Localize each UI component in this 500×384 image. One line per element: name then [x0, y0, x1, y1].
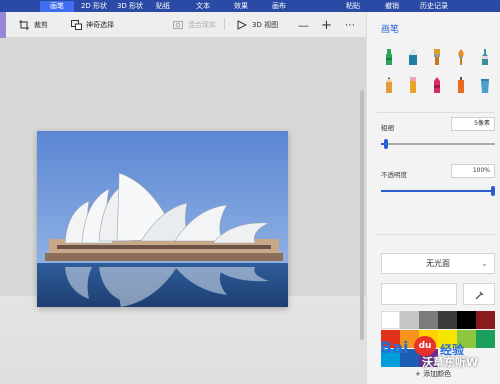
undo-button[interactable]: 撤销 [385, 0, 399, 12]
view3d-icon [236, 19, 248, 31]
oil-brush-icon[interactable] [429, 48, 445, 66]
opacity-label: 不透明度 [381, 171, 407, 179]
crop-icon [18, 19, 30, 31]
thickness-value[interactable]: 5像素 [451, 117, 495, 131]
tab-3d-shapes[interactable]: 3D 形状 [114, 1, 146, 12]
vertical-scrollbar[interactable] [360, 90, 364, 340]
tab-2d-shapes[interactable]: 2D 形状 [78, 1, 110, 12]
crayon-icon[interactable] [429, 76, 445, 94]
tab-brushes[interactable]: 画笔 [40, 1, 74, 12]
magic-select-button[interactable]: 神奇选择 [70, 12, 114, 38]
panel-title: 画笔 [381, 25, 400, 35]
magic-select-icon [70, 19, 82, 31]
zoom-in-button[interactable]: + [321, 12, 332, 38]
toolbar-accent [0, 12, 6, 38]
chevron-down-icon: ⌄ [481, 259, 488, 268]
tab-canvas[interactable]: 画布 [266, 1, 292, 12]
menu-bar: 画笔 2D 形状 3D 形状 贴纸 文本 效果 画布 粘贴 撤销 历史记录 [0, 0, 500, 12]
marker-icon[interactable] [381, 48, 397, 66]
view3d-button[interactable]: 3D 视图 [236, 12, 278, 38]
color-swatch[interactable] [457, 311, 476, 329]
crop-label: 裁剪 [34, 21, 48, 29]
color-swatch[interactable] [381, 311, 400, 329]
panel-divider [377, 234, 495, 235]
crop-button[interactable]: 裁剪 [18, 12, 48, 38]
pencil-icon[interactable] [381, 76, 397, 94]
history-button[interactable]: 历史记录 [420, 0, 448, 12]
canvas-image[interactable] [37, 131, 288, 307]
watermark-paw-icon: du [414, 336, 436, 356]
opacity-slider-thumb[interactable] [491, 186, 495, 196]
pixel-pen-icon[interactable] [477, 48, 493, 66]
more-button[interactable]: ⋯ [345, 12, 355, 38]
finish-label: 无光面 [426, 259, 450, 268]
eraser-icon[interactable] [405, 76, 421, 94]
fill-bucket-icon[interactable] [477, 76, 493, 94]
tab-effects[interactable]: 效果 [228, 1, 254, 12]
color-swatch[interactable] [476, 330, 495, 348]
watermark-brand: Bai [380, 338, 409, 357]
add-color-button[interactable]: + 添加颜色 [415, 369, 451, 379]
spray-can-icon[interactable] [453, 76, 469, 94]
magic-select-label: 神奇选择 [86, 21, 114, 29]
plus-icon: + [321, 17, 332, 33]
thickness-label: 粗细 [381, 124, 394, 132]
view3d-label: 3D 视图 [252, 21, 279, 29]
ellipsis-icon: ⋯ [345, 19, 355, 31]
zoom-out-button[interactable]: — [298, 12, 309, 38]
eyedropper-icon [475, 285, 484, 304]
watermark-right-text: 沃草东听W [422, 356, 479, 369]
finish-dropdown[interactable]: 无光面 ⌄ [381, 253, 495, 274]
opera-house-image [37, 131, 288, 307]
watercolor-icon[interactable] [453, 48, 469, 66]
eyedropper-button[interactable] [463, 283, 495, 305]
plus-icon: + [415, 370, 424, 378]
canvas-floor [0, 296, 366, 384]
current-color[interactable] [381, 283, 457, 305]
color-swatch[interactable] [400, 311, 419, 329]
tab-text[interactable]: 文本 [190, 1, 216, 12]
mixed-reality-label: 混合现实 [188, 21, 216, 29]
color-swatch[interactable] [476, 311, 495, 329]
calligraphy-pen-icon[interactable] [405, 48, 421, 66]
toolbar-divider [224, 18, 225, 30]
opacity-slider-fill [381, 190, 495, 192]
mixed-reality-icon [172, 19, 184, 31]
thickness-slider[interactable] [381, 143, 495, 145]
color-swatch[interactable] [419, 311, 438, 329]
add-color-label: 添加颜色 [423, 370, 452, 378]
mixed-reality-button[interactable]: 混合现实 [172, 12, 216, 38]
panel-divider [377, 112, 495, 113]
paste-button[interactable]: 粘贴 [346, 0, 360, 12]
brushes-panel: 画笔 粗细 5像素 不透明度 100% 无光面 ⌄ + 添加颜色 [366, 12, 500, 384]
tab-stickers[interactable]: 贴纸 [150, 1, 176, 12]
color-swatch[interactable] [438, 311, 457, 329]
minus-icon: — [298, 18, 309, 32]
thickness-slider-thumb[interactable] [384, 139, 388, 149]
opacity-value[interactable]: 100% [451, 164, 495, 178]
